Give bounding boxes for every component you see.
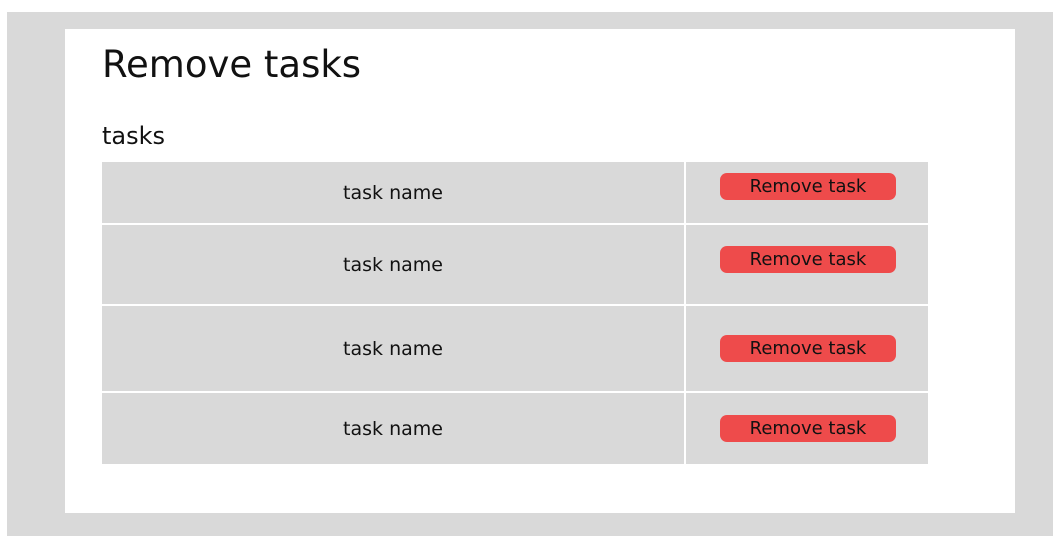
task-name-cell: task name [102, 393, 684, 464]
task-row: task name Remove task [102, 225, 928, 304]
task-name-cell: task name [102, 162, 684, 223]
section-title: tasks [102, 122, 166, 150]
task-name-cell: task name [102, 306, 684, 391]
task-action-cell: Remove task [686, 162, 928, 223]
task-action-cell: Remove task [686, 393, 928, 464]
page-background: Remove tasks tasks task name Remove task… [7, 12, 1053, 536]
page-title: Remove tasks [102, 43, 362, 86]
task-row: task name Remove task [102, 393, 928, 464]
remove-task-button[interactable]: Remove task [720, 173, 896, 200]
task-row: task name Remove task [102, 306, 928, 391]
task-name: task name [343, 253, 443, 276]
task-name: task name [343, 337, 443, 360]
task-name-cell: task name [102, 225, 684, 304]
task-action-cell: Remove task [686, 225, 928, 304]
content-card: Remove tasks tasks task name Remove task… [65, 29, 1015, 513]
task-name: task name [343, 181, 443, 204]
remove-task-button[interactable]: Remove task [720, 335, 896, 362]
task-action-cell: Remove task [686, 306, 928, 391]
task-row: task name Remove task [102, 162, 928, 223]
remove-task-button[interactable]: Remove task [720, 415, 896, 442]
remove-task-button[interactable]: Remove task [720, 246, 896, 273]
tasks-table: task name Remove task task name Remove t… [102, 162, 928, 464]
task-name: task name [343, 417, 443, 440]
